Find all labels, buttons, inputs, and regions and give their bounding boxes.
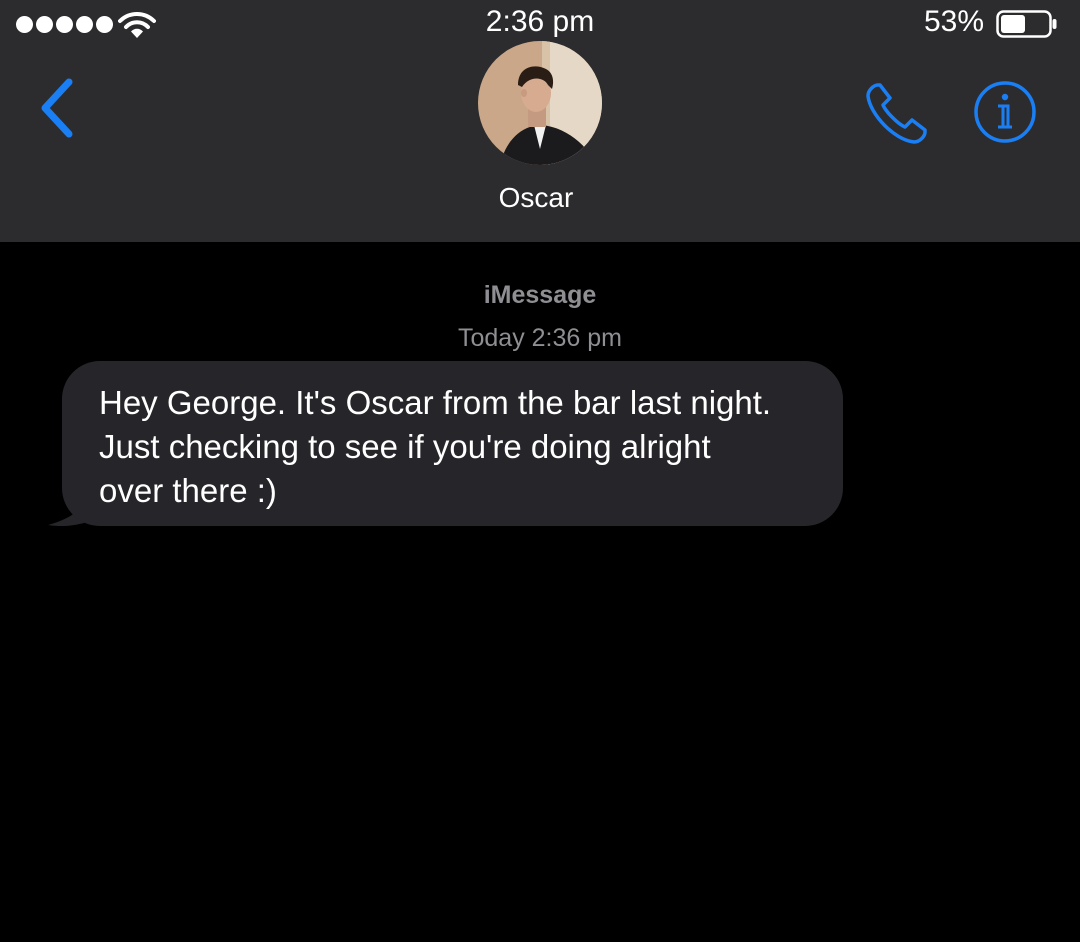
message-bubble: Hey George. It's Oscar from the bar last… (62, 361, 843, 526)
chevron-left-icon (41, 78, 73, 138)
info-icon (974, 81, 1036, 143)
phone-icon (866, 83, 927, 144)
message-timestamp: Today 2:36 pm (458, 324, 622, 352)
call-button[interactable] (864, 80, 930, 146)
battery-percent: 53% (923, 5, 984, 38)
contact-avatar[interactable] (478, 41, 602, 165)
avatar-photo (478, 41, 602, 165)
incoming-message[interactable]: Hey George. It's Oscar from the bar last… (44, 361, 844, 531)
battery-icon (996, 10, 1057, 38)
contact-name[interactable]: Oscar (0, 180, 1072, 216)
message-text: Hey George. It's Oscar from the bar last… (99, 384, 772, 509)
status-time: 2:36 pm (485, 5, 595, 38)
back-button[interactable] (36, 76, 80, 140)
conversation-header: 2:36 pm 53% Oscar (0, 0, 1080, 242)
messages-screen: 2:36 pm 53% Oscar iMessage Today 2:36 pm… (0, 0, 1080, 942)
service-label: iMessage (483, 281, 597, 309)
info-button[interactable] (972, 79, 1038, 145)
